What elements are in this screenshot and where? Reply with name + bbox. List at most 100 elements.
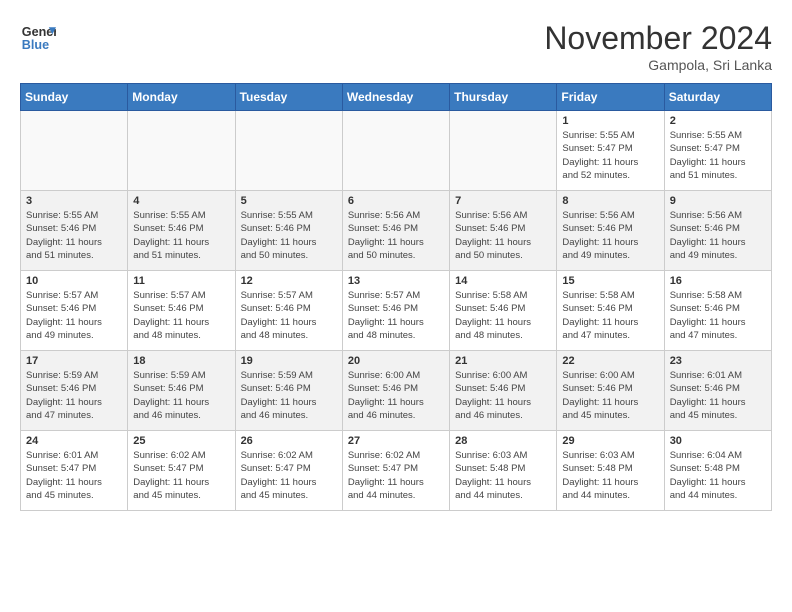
day-cell-25: 25 Sunrise: 6:02 AM Sunset: 5:47 PM Dayli… bbox=[128, 431, 235, 511]
day-number: 20 bbox=[348, 355, 444, 367]
weekday-header-tuesday: Tuesday bbox=[235, 84, 342, 111]
day-cell-4: 4 Sunrise: 5:55 AM Sunset: 5:46 PM Daylig… bbox=[128, 191, 235, 271]
day-info: Sunrise: 5:57 AM Sunset: 5:46 PM Dayligh… bbox=[348, 289, 444, 342]
day-cell-5: 5Sunrise: 5:55 AM Sunset: 5:46 PM Daylig… bbox=[235, 191, 342, 271]
day-info: Sunrise: 5:55 AM Sunset: 5:47 PM Dayligh… bbox=[562, 129, 658, 182]
day-number: 11 bbox=[133, 275, 229, 287]
day-number: 23 bbox=[670, 355, 766, 367]
day-number: 26 bbox=[241, 435, 337, 447]
day-cell-11: 11 Sunrise: 5:57 AM Sunset: 5:46 PM Dayli… bbox=[128, 271, 235, 351]
day-number: 18 bbox=[133, 355, 229, 367]
day-info: Sunrise: 6:02 AM Sunset: 5:47 PM Dayligh… bbox=[133, 449, 229, 502]
title-block: November 2024 Gampola, Sri Lanka bbox=[544, 20, 772, 73]
day-number: 22 bbox=[562, 355, 658, 367]
weekday-header-monday: Monday bbox=[128, 84, 235, 111]
day-info: Sunrise: 6:02 AM Sunset: 5:47 PM Dayligh… bbox=[348, 449, 444, 502]
weekday-header-sunday: Sunday bbox=[21, 84, 128, 111]
day-number: 13 bbox=[348, 275, 444, 287]
month-title: November 2024 bbox=[544, 20, 772, 57]
day-cell-6: 6 Sunrise: 5:56 AM Sunset: 5:46 PM Daylig… bbox=[342, 191, 449, 271]
day-number: 6 bbox=[348, 195, 444, 207]
day-info: Sunrise: 6:01 AM Sunset: 5:46 PM Dayligh… bbox=[670, 369, 766, 422]
day-number: 24 bbox=[26, 435, 122, 447]
day-number: 12 bbox=[241, 275, 337, 287]
day-number: 17 bbox=[26, 355, 122, 367]
day-cell-16: 16 Sunrise: 5:58 AM Sunset: 5:46 PM Dayli… bbox=[664, 271, 771, 351]
day-cell-30: 30 Sunrise: 6:04 AM Sunset: 5:48 PM Dayli… bbox=[664, 431, 771, 511]
day-info: Sunrise: 6:04 AM Sunset: 5:48 PM Dayligh… bbox=[670, 449, 766, 502]
day-info: Sunrise: 5:55 AM Sunset: 5:46 PM Dayligh… bbox=[133, 209, 229, 262]
day-info: Sunrise: 5:56 AM Sunset: 5:46 PM Dayligh… bbox=[455, 209, 551, 262]
weekday-header-wednesday: Wednesday bbox=[342, 84, 449, 111]
location: Gampola, Sri Lanka bbox=[544, 57, 772, 73]
day-cell-10: 10Sunrise: 5:57 AM Sunset: 5:46 PM Dayli… bbox=[21, 271, 128, 351]
day-cell-13: 13 Sunrise: 5:57 AM Sunset: 5:46 PM Dayli… bbox=[342, 271, 449, 351]
svg-text:Blue: Blue bbox=[22, 38, 49, 52]
weekday-header-saturday: Saturday bbox=[664, 84, 771, 111]
day-cell-18: 18 Sunrise: 5:59 AM Sunset: 5:46 PM Dayli… bbox=[128, 351, 235, 431]
day-number: 19 bbox=[241, 355, 337, 367]
day-number: 21 bbox=[455, 355, 551, 367]
logo: General Blue bbox=[20, 20, 56, 56]
weekday-header-row: SundayMondayTuesdayWednesdayThursdayFrid… bbox=[21, 84, 772, 111]
calendar-table: SundayMondayTuesdayWednesdayThursdayFrid… bbox=[20, 83, 772, 511]
day-number: 30 bbox=[670, 435, 766, 447]
day-cell-3: 3Sunrise: 5:55 AM Sunset: 5:46 PM Daylig… bbox=[21, 191, 128, 271]
weekday-header-friday: Friday bbox=[557, 84, 664, 111]
day-cell-28: 28Sunrise: 6:03 AM Sunset: 5:48 PM Dayli… bbox=[450, 431, 557, 511]
day-cell-29: 29 Sunrise: 6:03 AM Sunset: 5:48 PM Dayli… bbox=[557, 431, 664, 511]
day-info: Sunrise: 6:01 AM Sunset: 5:47 PM Dayligh… bbox=[26, 449, 122, 502]
day-cell-22: 22Sunrise: 6:00 AM Sunset: 5:46 PM Dayli… bbox=[557, 351, 664, 431]
day-cell-23: 23 Sunrise: 6:01 AM Sunset: 5:46 PM Dayli… bbox=[664, 351, 771, 431]
day-info: Sunrise: 5:59 AM Sunset: 5:46 PM Dayligh… bbox=[241, 369, 337, 422]
day-info: Sunrise: 6:03 AM Sunset: 5:48 PM Dayligh… bbox=[455, 449, 551, 502]
day-number: 5 bbox=[241, 195, 337, 207]
day-cell-19: 19 Sunrise: 5:59 AM Sunset: 5:46 PM Dayli… bbox=[235, 351, 342, 431]
day-cell-14: 14 Sunrise: 5:58 AM Sunset: 5:46 PM Dayli… bbox=[450, 271, 557, 351]
day-info: Sunrise: 6:03 AM Sunset: 5:48 PM Dayligh… bbox=[562, 449, 658, 502]
empty-cell bbox=[235, 111, 342, 191]
day-info: Sunrise: 5:58 AM Sunset: 5:46 PM Dayligh… bbox=[562, 289, 658, 342]
logo-icon: General Blue bbox=[20, 20, 56, 56]
week-row-1: 1 Sunrise: 5:55 AM Sunset: 5:47 PM Daylig… bbox=[21, 111, 772, 191]
day-number: 29 bbox=[562, 435, 658, 447]
day-number: 15 bbox=[562, 275, 658, 287]
week-row-2: 3Sunrise: 5:55 AM Sunset: 5:46 PM Daylig… bbox=[21, 191, 772, 271]
day-info: Sunrise: 5:56 AM Sunset: 5:46 PM Dayligh… bbox=[562, 209, 658, 262]
day-info: Sunrise: 6:00 AM Sunset: 5:46 PM Dayligh… bbox=[348, 369, 444, 422]
day-number: 8 bbox=[562, 195, 658, 207]
day-cell-8: 8 Sunrise: 5:56 AM Sunset: 5:46 PM Daylig… bbox=[557, 191, 664, 271]
day-number: 14 bbox=[455, 275, 551, 287]
day-cell-27: 27 Sunrise: 6:02 AM Sunset: 5:47 PM Dayli… bbox=[342, 431, 449, 511]
week-row-5: 24 Sunrise: 6:01 AM Sunset: 5:47 PM Dayli… bbox=[21, 431, 772, 511]
day-info: Sunrise: 5:58 AM Sunset: 5:46 PM Dayligh… bbox=[670, 289, 766, 342]
day-number: 16 bbox=[670, 275, 766, 287]
day-number: 1 bbox=[562, 115, 658, 127]
day-number: 25 bbox=[133, 435, 229, 447]
day-cell-7: 7 Sunrise: 5:56 AM Sunset: 5:46 PM Daylig… bbox=[450, 191, 557, 271]
day-cell-1: 1 Sunrise: 5:55 AM Sunset: 5:47 PM Daylig… bbox=[557, 111, 664, 191]
week-row-3: 10Sunrise: 5:57 AM Sunset: 5:46 PM Dayli… bbox=[21, 271, 772, 351]
day-number: 7 bbox=[455, 195, 551, 207]
day-info: Sunrise: 5:58 AM Sunset: 5:46 PM Dayligh… bbox=[455, 289, 551, 342]
day-cell-9: 9Sunrise: 5:56 AM Sunset: 5:46 PM Daylig… bbox=[664, 191, 771, 271]
page-header: General Blue November 2024 Gampola, Sri … bbox=[20, 20, 772, 73]
day-cell-21: 21 Sunrise: 6:00 AM Sunset: 5:46 PM Dayli… bbox=[450, 351, 557, 431]
day-info: Sunrise: 5:56 AM Sunset: 5:46 PM Dayligh… bbox=[348, 209, 444, 262]
empty-cell bbox=[450, 111, 557, 191]
day-number: 27 bbox=[348, 435, 444, 447]
day-info: Sunrise: 5:55 AM Sunset: 5:47 PM Dayligh… bbox=[670, 129, 766, 182]
day-cell-26: 26 Sunrise: 6:02 AM Sunset: 5:47 PM Dayli… bbox=[235, 431, 342, 511]
day-info: Sunrise: 6:00 AM Sunset: 5:46 PM Dayligh… bbox=[455, 369, 551, 422]
day-number: 4 bbox=[133, 195, 229, 207]
day-info: Sunrise: 5:55 AM Sunset: 5:46 PM Dayligh… bbox=[26, 209, 122, 262]
day-info: Sunrise: 6:02 AM Sunset: 5:47 PM Dayligh… bbox=[241, 449, 337, 502]
day-info: Sunrise: 5:57 AM Sunset: 5:46 PM Dayligh… bbox=[133, 289, 229, 342]
day-number: 2 bbox=[670, 115, 766, 127]
empty-cell bbox=[342, 111, 449, 191]
day-cell-20: 20 Sunrise: 6:00 AM Sunset: 5:46 PM Dayli… bbox=[342, 351, 449, 431]
day-info: Sunrise: 5:59 AM Sunset: 5:46 PM Dayligh… bbox=[133, 369, 229, 422]
day-info: Sunrise: 5:59 AM Sunset: 5:46 PM Dayligh… bbox=[26, 369, 122, 422]
empty-cell bbox=[21, 111, 128, 191]
day-cell-2: 2 Sunrise: 5:55 AM Sunset: 5:47 PM Daylig… bbox=[664, 111, 771, 191]
